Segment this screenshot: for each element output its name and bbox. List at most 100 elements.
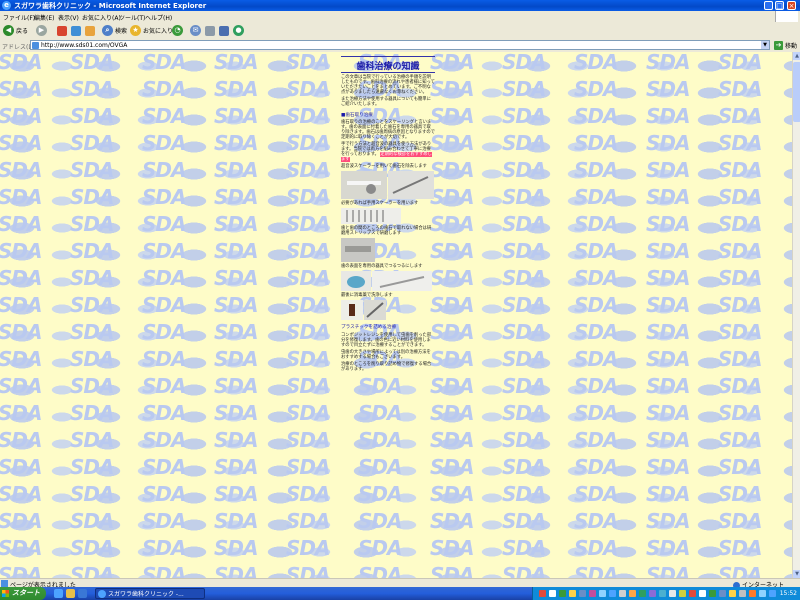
tray-icon[interactable] — [709, 590, 716, 597]
history-button[interactable]: ◔ — [172, 24, 183, 37]
tray-icon[interactable] — [559, 590, 566, 597]
print-button[interactable] — [205, 24, 215, 37]
menu-help[interactable]: ヘルプ(H) — [145, 13, 172, 22]
minimize-button[interactable]: _ — [764, 1, 773, 10]
tray-icon[interactable] — [719, 590, 726, 597]
home-icon — [85, 25, 95, 36]
tray-icon[interactable] — [549, 590, 556, 597]
caption-disinfect: 最後に消毒薬で洗浄します — [341, 293, 393, 299]
menu-tools[interactable]: ツール(T) — [119, 13, 145, 22]
go-arrow-icon: ➔ — [774, 41, 783, 50]
back-label: 戻る — [16, 28, 29, 35]
windows-flag-icon — [2, 590, 9, 597]
disinfectant-photo — [341, 300, 363, 321]
messenger-button[interactable]: ● — [233, 24, 244, 37]
photo-row-1 — [341, 171, 435, 200]
tray-icon[interactable] — [679, 590, 686, 597]
scaling-paragraph: 歯石取りの治療のことをスケーリングと言います。歯の表面に付着した歯石を専用の器具… — [341, 119, 435, 140]
tray-icon[interactable] — [649, 590, 656, 597]
taskbar: スタート スガワラ歯科クリニック -... 15:52 — [0, 587, 800, 600]
start-button[interactable]: スタート — [0, 587, 46, 600]
syringe-photo — [364, 300, 386, 321]
tray-icon[interactable] — [609, 590, 616, 597]
menu-view[interactable]: 表示(V) — [58, 13, 79, 22]
folder-quicklaunch-icon[interactable] — [66, 589, 75, 598]
tray-icon[interactable] — [579, 590, 586, 597]
address-dropdown-icon[interactable]: ▼ — [761, 41, 769, 49]
search-label: 検索 — [115, 28, 128, 35]
menu-edit[interactable]: 編集(E) — [34, 13, 54, 22]
polish-cup-photo — [341, 271, 371, 292]
desktop-quicklaunch-icon[interactable] — [78, 589, 87, 598]
browser-window: e スガワラ歯科クリニック - Microsoft Internet Explo… — [0, 0, 800, 600]
forward-button[interactable]: ▶ — [36, 24, 47, 37]
tray-icon[interactable] — [699, 590, 706, 597]
tray-icon[interactable] — [639, 590, 646, 597]
tray-icon[interactable] — [749, 590, 756, 597]
refresh-icon — [71, 25, 81, 36]
tray-icon[interactable] — [599, 590, 606, 597]
dental-tool-photo — [388, 171, 434, 200]
resin-paragraph-2: 虫歯の大きさや場所によっては別の治療方法をおすすめする場合もございます。 — [341, 349, 431, 360]
taskbar-window-button[interactable]: スガワラ歯科クリニック -... — [95, 588, 205, 599]
scroll-down-icon[interactable]: ▼ — [793, 570, 800, 578]
stop-button[interactable] — [57, 24, 67, 37]
vertical-scrollbar[interactable]: ▲ ▼ — [792, 52, 800, 578]
favorites-label: お気に入り — [143, 28, 174, 35]
scroll-thumb[interactable] — [793, 62, 800, 122]
task-label: スガワラ歯科クリニック -... — [108, 591, 184, 598]
scroll-up-icon[interactable]: ▲ — [793, 52, 800, 60]
home-button[interactable] — [85, 24, 95, 37]
intro-paragraph: この文章は当院で行っている治療の手順を説明したものです。歯科治療の流れや患者様に… — [341, 75, 435, 96]
tray-icon[interactable] — [539, 590, 546, 597]
mail-icon: ✉ — [190, 25, 201, 36]
intro-paragraph-2: また治療方法や使用する器具についても簡単にご紹介いたします。 — [341, 97, 431, 108]
mail-button[interactable]: ✉ — [190, 24, 201, 37]
edit-button[interactable] — [219, 24, 229, 37]
page-viewport[interactable]: SDA SDA SDA SDA SDA SDA SDA SDA SDA SDA SDA SDA SDA S… — [0, 52, 792, 578]
tray-icon[interactable] — [629, 590, 636, 597]
close-button[interactable]: × — [787, 1, 796, 10]
search-button[interactable]: ⌕ 検索 — [102, 24, 127, 37]
refresh-button[interactable] — [71, 24, 81, 37]
tray-icon[interactable] — [689, 590, 696, 597]
maximize-button[interactable]: □ — [775, 1, 784, 10]
caption-polish: 歯の表面を専用の器具でつるつるにします — [341, 264, 423, 270]
history-icon: ◔ — [172, 25, 183, 36]
tray-icon[interactable] — [619, 590, 626, 597]
resin-paragraph-3: 治療のところを削り取り詰め物で修復する場合があります。 — [341, 361, 432, 373]
caption-strips: 歯と歯の間のところの歯石で取れない場合は研磨用ストリップスで研磨します — [341, 226, 432, 237]
article-column: 歯科治療の知識 この文章は当院で行っている治療の手順を説明したものです。歯科治療… — [341, 56, 435, 374]
ie-icon — [98, 590, 106, 598]
ie-icon: e — [2, 1, 11, 10]
tray-icon[interactable] — [769, 590, 776, 597]
go-button[interactable]: ➔ 移動 — [774, 40, 800, 51]
photo-row-5 — [341, 300, 435, 321]
tray-icon[interactable] — [569, 590, 576, 597]
scaling-paragraph-2: 手で行う方法と超音波の器具を使う方法があります。当院では両方を組み合わせて丁寧に… — [341, 142, 435, 163]
tray-icon[interactable] — [729, 590, 736, 597]
page-icon — [32, 42, 39, 49]
tray-icon[interactable] — [739, 590, 746, 597]
divider — [341, 72, 435, 73]
star-icon: ★ — [130, 25, 141, 36]
photo-row-4 — [341, 271, 435, 292]
title-bar[interactable]: e スガワラ歯科クリニック - Microsoft Internet Explo… — [0, 0, 800, 11]
system-tray: 15:52 — [532, 587, 800, 600]
favorites-button[interactable]: ★ お気に入り — [130, 24, 173, 37]
tray-icon[interactable] — [759, 590, 766, 597]
polishing-strip-photo — [341, 238, 375, 263]
page-done-icon — [1, 580, 8, 587]
tray-icon[interactable] — [589, 590, 596, 597]
address-input[interactable]: http://www.sds01.com/OVGA — [30, 40, 770, 50]
tray-icon[interactable] — [659, 590, 666, 597]
ie-quicklaunch-icon[interactable] — [54, 589, 63, 598]
photo-row-2 — [341, 208, 435, 225]
hand-scaler-photo — [341, 208, 401, 225]
tray-icon[interactable] — [669, 590, 676, 597]
clock[interactable]: 15:52 — [780, 590, 797, 597]
page-title: 歯科治療の知識 — [356, 62, 420, 72]
menu-file[interactable]: ファイル(F) — [3, 13, 35, 22]
menu-favorites[interactable]: お気に入り(A) — [82, 13, 121, 22]
back-button[interactable]: ◀ 戻る — [3, 24, 28, 37]
